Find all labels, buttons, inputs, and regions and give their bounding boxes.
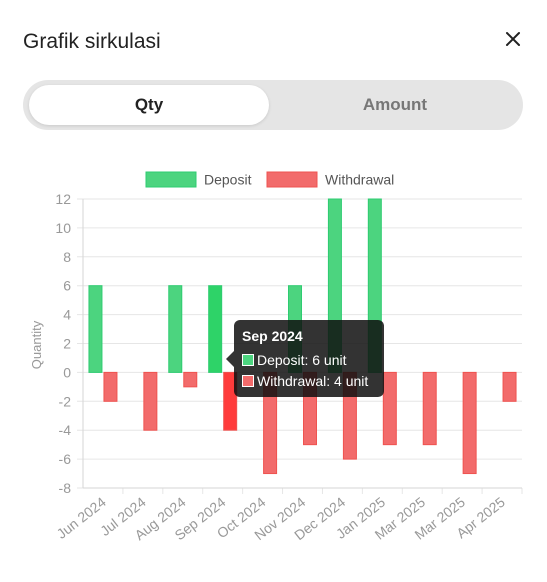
legend-withdrawal-label[interactable]: Withdrawal [325, 172, 394, 188]
y-tick-label: 10 [55, 220, 71, 236]
tooltip-caret [226, 351, 234, 367]
legend-deposit-label[interactable]: Deposit [204, 172, 252, 188]
y-tick-label: 2 [63, 336, 71, 352]
y-tick-label: -2 [59, 393, 72, 409]
withdrawal-bar[interactable] [502, 371, 517, 402]
deposit-bar[interactable] [88, 285, 103, 373]
withdrawal-bar[interactable] [462, 371, 477, 475]
tooltip-withdrawal-text: Withdrawal: 4 unit [257, 373, 369, 389]
tooltip-row-deposit: Deposit: 6 unit [242, 352, 347, 368]
y-tick-label: 6 [63, 278, 71, 294]
deposit-bar[interactable] [168, 285, 183, 373]
dialog-title: Grafik sirkulasi [23, 30, 161, 53]
x-tick-label: Jun 2024 [54, 494, 109, 542]
tab-amount[interactable]: Amount [273, 85, 517, 125]
chart-legend: Deposit Withdrawal [145, 171, 394, 188]
y-axis-title: Quantity [29, 320, 44, 369]
withdrawal-bar[interactable] [143, 371, 158, 431]
close-icon [506, 32, 520, 46]
deposit-bar[interactable] [208, 285, 223, 373]
close-button[interactable] [500, 26, 526, 52]
tooltip-deposit-swatch [242, 354, 254, 366]
legend-deposit-swatch[interactable] [145, 171, 197, 188]
tooltip-title: Sep 2024 [242, 328, 303, 344]
y-tick-label: 4 [63, 307, 71, 323]
y-tick-label: -6 [59, 451, 72, 467]
y-tick-label: 0 [63, 364, 71, 380]
tooltip-withdrawal-swatch [242, 375, 254, 387]
withdrawal-bar[interactable] [382, 371, 397, 446]
withdrawal-bar[interactable] [422, 371, 437, 446]
tooltip-deposit-text: Deposit: 6 unit [257, 352, 347, 368]
withdrawal-bar[interactable] [103, 371, 118, 402]
y-tick-label: -4 [59, 422, 72, 438]
y-tick-label: 12 [55, 191, 71, 207]
tab-qty[interactable]: Qty [29, 85, 269, 125]
withdrawal-bar[interactable] [183, 371, 198, 388]
view-toggle: Qty Amount [23, 80, 523, 130]
y-tick-label: 8 [63, 249, 71, 265]
chart-dialog: Grafik sirkulasi Qty Amount Deposit With… [0, 0, 547, 582]
tooltip-row-withdrawal: Withdrawal: 4 unit [242, 373, 368, 389]
y-tick-label: -8 [59, 480, 72, 496]
legend-withdrawal-swatch[interactable] [266, 171, 318, 188]
chart-tooltip: Sep 2024 Deposit: 6 unit Withdrawal: 4 u… [226, 320, 384, 397]
